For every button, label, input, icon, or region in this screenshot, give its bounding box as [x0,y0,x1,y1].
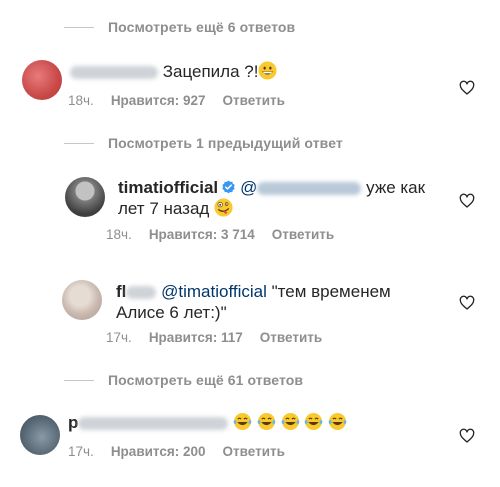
avatar[interactable] [20,415,60,455]
likes-count[interactable]: Нравится: 117 [149,330,243,345]
comment-meta: 18ч. Нравится: 3 714 Ответить [106,227,334,242]
heart-icon[interactable] [459,295,475,311]
likes-count[interactable]: Нравится: 927 [111,93,206,108]
comment-text-line2: лет 7 назад [118,199,210,218]
avatar[interactable] [65,177,105,217]
comment-body: p [68,412,347,433]
emoji-row [233,412,347,432]
heart-icon[interactable] [459,80,475,96]
username-blurred [126,286,157,300]
comment-text-line2: Алисе 6 лет:)" [116,303,227,322]
likes-count[interactable]: Нравится: 200 [111,444,206,459]
avatar[interactable] [62,280,102,320]
comment-text-line1: уже как [366,178,426,197]
comment-meta: 18ч. Нравится: 927 Ответить [68,93,285,108]
comment-time[interactable]: 17ч. [106,330,132,345]
tears-of-joy-emoji-icon [328,412,347,431]
username-blurred[interactable] [70,66,158,80]
comment-body: Зацепила ?! [70,61,277,82]
comment-time[interactable]: 18ч. [68,93,94,108]
reply-button[interactable]: Ответить [223,444,285,459]
username-blurred [78,417,229,431]
view-previous-reply-label: Посмотреть 1 предыдущий ответ [108,135,343,151]
likes-count[interactable]: Нравится: 3 714 [149,227,255,242]
thread-divider-line [64,379,94,381]
comment-time[interactable]: 17ч. [68,444,94,459]
tears-of-joy-emoji-icon [233,412,252,431]
username[interactable]: p [68,413,78,432]
comment-text-line1: "тем временем [271,282,391,301]
mention-link[interactable]: @timatiofficial [161,282,267,301]
comment-meta: 17ч. Нравится: 117 Ответить [106,330,322,345]
comment-body: timatiofficial @ уже как лет 7 назад [118,177,425,219]
view-more-replies-link-1[interactable]: Посмотреть ещё 6 ответов [64,19,295,35]
zany-face-emoji-icon [214,198,233,217]
reply-button[interactable]: Ответить [272,227,334,242]
comment-meta: 17ч. Нравится: 200 Ответить [68,444,285,459]
view-more-replies-label: Посмотреть ещё 6 ответов [108,19,296,35]
comment-text: Зацепила ?! [162,62,259,81]
verified-badge-icon [222,180,235,194]
thread-divider-line [64,26,94,28]
comment-time[interactable]: 18ч. [106,227,132,242]
mention-blurred [257,182,362,196]
tears-of-joy-emoji-icon [257,412,276,431]
heart-icon[interactable] [459,193,475,209]
comment-body: fl @timatiofficial "тем временем Алисе 6… [116,281,391,323]
tears-of-joy-emoji-icon [305,412,323,431]
grinning-emoji-icon [258,61,277,80]
mention-link[interactable]: @ [240,178,362,197]
avatar[interactable] [22,60,62,100]
view-more-replies-label: Посмотреть ещё 61 ответов [108,372,304,388]
reply-button[interactable]: Ответить [260,330,322,345]
thread-divider-line [64,142,94,144]
heart-icon[interactable] [459,428,475,444]
username[interactable]: fl [116,282,126,301]
reply-button[interactable]: Ответить [223,93,285,108]
username[interactable]: timatiofficial [118,178,218,197]
view-more-replies-link-2[interactable]: Посмотреть ещё 61 ответов [64,372,303,388]
tears-of-joy-emoji-icon [281,412,299,431]
view-previous-reply-link[interactable]: Посмотреть 1 предыдущий ответ [64,135,343,151]
